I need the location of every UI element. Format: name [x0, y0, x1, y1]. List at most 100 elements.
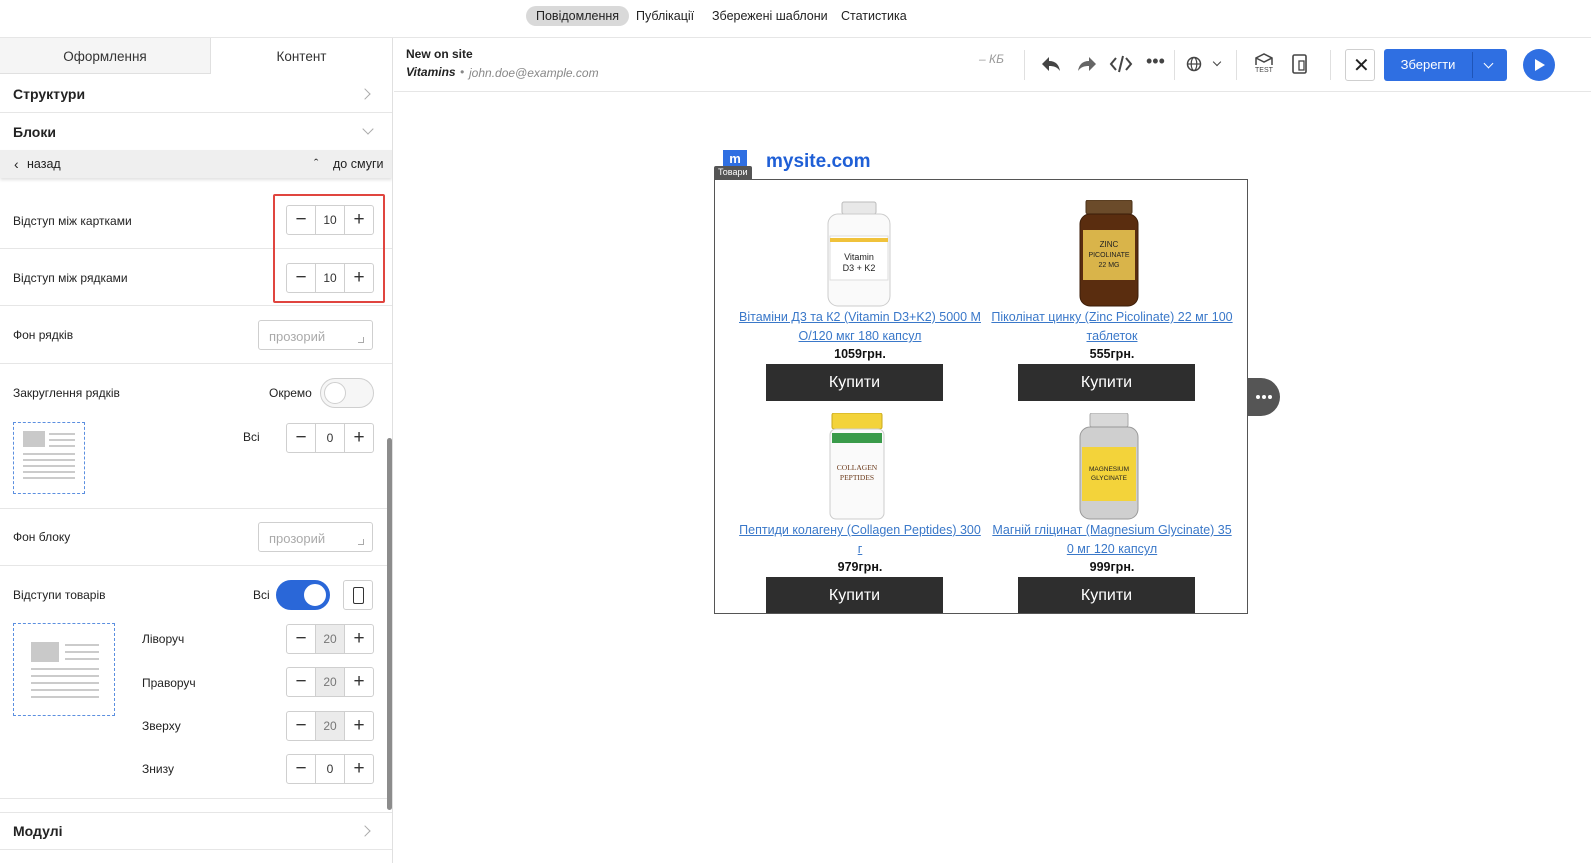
- product-image[interactable]: ZINC PICOLINATE 22 MG: [986, 200, 1238, 308]
- block-bg-color-field[interactable]: прозорий: [258, 522, 373, 552]
- section-structures[interactable]: Структури: [0, 75, 392, 113]
- toggle-knob: [324, 382, 346, 404]
- row-bg-color-field[interactable]: прозорий: [258, 320, 373, 350]
- buy-button[interactable]: Купити: [766, 577, 943, 613]
- site-name[interactable]: mysite.com: [766, 151, 871, 173]
- padding-top-value[interactable]: 20: [316, 712, 344, 740]
- product-card[interactable]: COLLAGEN PEPTIDES Пептиди колагену (Coll…: [734, 413, 986, 613]
- divider: [0, 363, 392, 364]
- padding-right-decrement-button[interactable]: −: [287, 668, 316, 696]
- block-bg-label: Фон блоку: [13, 530, 71, 544]
- redo-icon[interactable]: [1076, 54, 1098, 74]
- product-title-line1[interactable]: Піколінат цинку (Zinc Picolinate) 22 мг …: [986, 308, 1238, 327]
- rounding-increment-button[interactable]: +: [344, 424, 373, 452]
- tab-content[interactable]: Контент: [211, 38, 392, 74]
- padding-left-label: Ліворуч: [142, 632, 185, 646]
- save-options-chevron-icon[interactable]: [1483, 58, 1494, 69]
- padding-right-increment-button[interactable]: +: [344, 668, 373, 696]
- message-size: – КБ: [979, 52, 1004, 66]
- chevron-up-icon[interactable]: ˆ: [314, 156, 318, 171]
- padding-right-stepper: − 20 +: [286, 667, 374, 697]
- tab-statistics[interactable]: Статистика: [831, 6, 917, 26]
- close-icon: ✕: [1353, 55, 1370, 77]
- padding-top-decrement-button[interactable]: −: [287, 712, 316, 740]
- products-block[interactable]: Vitamin D3 + K2 Вітаміни Д3 та К2 (Vitam…: [714, 179, 1248, 614]
- padding-left-decrement-button[interactable]: −: [287, 625, 316, 653]
- editor-toolbar: New on site Vitamins • john.doe@example.…: [394, 38, 1591, 92]
- product-image[interactable]: COLLAGEN PEPTIDES: [734, 413, 986, 521]
- padding-top-increment-button[interactable]: +: [344, 712, 373, 740]
- bottle-label-line1: ZINC: [1100, 240, 1119, 249]
- send-button[interactable]: [1523, 49, 1555, 81]
- rounding-value[interactable]: 0: [316, 424, 344, 452]
- toggle-knob: [304, 584, 326, 606]
- padding-bottom-decrement-button[interactable]: −: [287, 755, 316, 783]
- product-title-line2[interactable]: О/120 мкг 180 капсул: [734, 327, 986, 346]
- test-label: TEST: [1255, 67, 1273, 74]
- buy-button[interactable]: Купити: [1018, 364, 1195, 401]
- code-icon[interactable]: [1109, 54, 1133, 74]
- save-button[interactable]: Зберегти: [1384, 49, 1472, 81]
- resize-corner-icon: [358, 539, 364, 545]
- divider: [0, 798, 392, 799]
- product-card[interactable]: Vitamin D3 + K2 Вітаміни Д3 та К2 (Vitam…: [734, 200, 986, 401]
- panel-scrollbar[interactable]: [387, 438, 392, 810]
- bottle-label-line2: PICOLINATE: [1088, 252, 1129, 259]
- padding-all-toggle[interactable]: [276, 580, 330, 610]
- tab-publications[interactable]: Публікації: [626, 6, 704, 26]
- mobile-view-button[interactable]: [343, 580, 373, 610]
- tab-design[interactable]: Оформлення: [0, 38, 211, 74]
- padding-bottom-label: Знизу: [142, 762, 174, 776]
- message-name[interactable]: New on site: [406, 47, 473, 61]
- product-image[interactable]: MAGNESIUM GLYCINATE: [986, 413, 1238, 521]
- product-title-line2[interactable]: таблеток: [986, 327, 1238, 346]
- product-title-line2[interactable]: 0 мг 120 капсул: [986, 540, 1238, 559]
- block-bg-placeholder: прозорий: [269, 531, 326, 546]
- product-card[interactable]: ZINC PICOLINATE 22 MG Піколінат цинку (Z…: [986, 200, 1238, 401]
- product-title-line1[interactable]: Магній гліцинат (Magnesium Glycinate) 35: [986, 521, 1238, 540]
- more-icon[interactable]: •••: [1146, 51, 1165, 72]
- separate-rounding-toggle[interactable]: [320, 378, 374, 408]
- padding-right-label: Праворуч: [142, 676, 196, 690]
- padding-bottom-value[interactable]: 0: [316, 755, 344, 783]
- section-blocks[interactable]: Блоки: [0, 113, 392, 151]
- rounding-decrement-button[interactable]: −: [287, 424, 316, 452]
- globe-icon[interactable]: [1186, 56, 1202, 72]
- device-preview-icon[interactable]: [1291, 53, 1309, 75]
- product-title-line2[interactable]: г: [734, 540, 986, 559]
- more-dots-icon: [1256, 395, 1260, 399]
- separate-toggle-label: Окремо: [269, 386, 312, 400]
- message-subject[interactable]: Vitamins: [406, 65, 456, 79]
- tab-saved-templates[interactable]: Збережені шаблони: [702, 6, 838, 26]
- product-price: 979грн.: [837, 560, 883, 574]
- bottle-label-line1: Vitamin: [844, 252, 874, 262]
- chevron-right-icon: [359, 825, 371, 837]
- product-title-line1[interactable]: Вітаміни Д3 та К2 (Vitamin D3+K2) 5000 М: [734, 308, 986, 327]
- padding-left-stepper: − 20 +: [286, 624, 374, 654]
- back-button[interactable]: назад: [27, 157, 61, 171]
- product-card[interactable]: MAGNESIUM GLYCINATE Магній гліцинат (Mag…: [986, 413, 1238, 613]
- padding-left-increment-button[interactable]: +: [344, 625, 373, 653]
- padding-bottom-increment-button[interactable]: +: [344, 755, 373, 783]
- to-strip-button[interactable]: до смуги: [333, 157, 384, 171]
- product-image[interactable]: Vitamin D3 + K2: [734, 200, 986, 308]
- product-price: 1059грн.: [834, 347, 886, 361]
- buy-button[interactable]: Купити: [766, 364, 943, 401]
- bottle-label-line3: 22 MG: [1098, 262, 1119, 269]
- highlight-frame: [273, 194, 385, 303]
- padding-right-value[interactable]: 20: [316, 668, 344, 696]
- chevron-right-icon: [359, 88, 371, 100]
- test-send-icon[interactable]: [1254, 53, 1274, 67]
- buy-button[interactable]: Купити: [1018, 577, 1195, 613]
- close-button[interactable]: ✕: [1345, 49, 1375, 81]
- language-chevron-down-icon[interactable]: [1212, 57, 1222, 67]
- product-title-line1[interactable]: Пептиди колагену (Collagen Peptides) 300: [734, 521, 986, 540]
- undo-icon[interactable]: [1040, 54, 1062, 74]
- tab-messages[interactable]: Повідомлення: [526, 6, 630, 26]
- chevron-left-icon[interactable]: ‹: [14, 156, 19, 172]
- padding-left-value[interactable]: 20: [316, 625, 344, 653]
- padding-bottom-stepper: − 0 +: [286, 754, 374, 784]
- section-modules[interactable]: Модулі: [0, 812, 392, 850]
- row-bg-label: Фон рядків: [13, 328, 74, 342]
- rounding-preview-icon: [13, 422, 85, 494]
